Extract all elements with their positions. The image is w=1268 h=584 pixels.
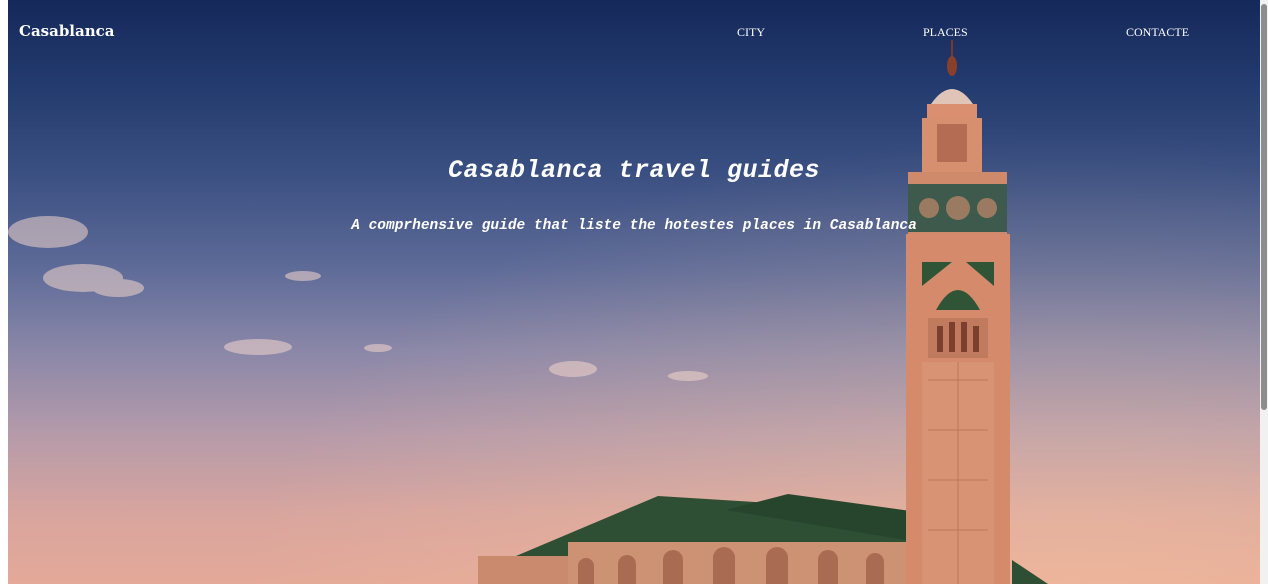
clouds — [8, 216, 708, 381]
nav-link-contacte[interactable]: CONTACTE — [1126, 25, 1189, 40]
brand-logo-link[interactable]: Casablanca — [19, 22, 115, 40]
page: Casablanca CITY PLACES CONTACTE Casablan… — [0, 0, 1268, 584]
hero-background-image — [8, 40, 1048, 584]
hero-section: Casablanca CITY PLACES CONTACTE — [8, 0, 1260, 584]
nav-link-city[interactable]: CITY — [737, 25, 765, 40]
vertical-scrollbar[interactable] — [1260, 0, 1268, 584]
hero-title: Casablanca travel guides — [447, 156, 821, 185]
minaret — [906, 40, 1010, 584]
hero-subtitle: A comprhensive guide that liste the hote… — [351, 218, 917, 234]
nav-link-places[interactable]: PLACES — [923, 25, 968, 40]
top-navbar: Casablanca CITY PLACES CONTACTE — [8, 0, 1260, 64]
scrollbar-thumb[interactable] — [1261, 4, 1267, 410]
